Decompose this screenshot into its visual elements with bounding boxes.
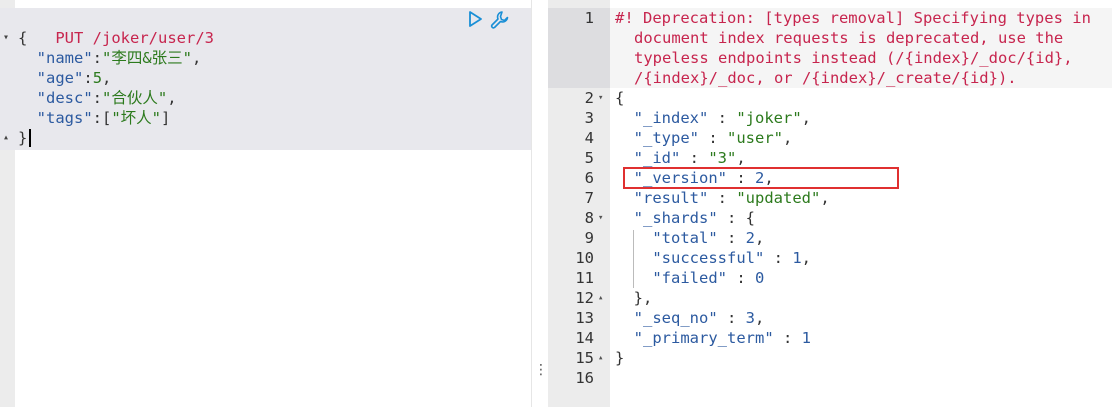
code-line: "age":5,: [36, 69, 112, 87]
response-line: "_id" : "3",: [633, 149, 746, 167]
request-editor[interactable]: PUT /joker/user/3 ▾ { "name":"李四&张三", "a…: [0, 0, 532, 407]
play-icon[interactable]: [466, 10, 484, 28]
line-number: 1: [584, 9, 594, 27]
deprecation-warning-line: /{index}/_doc, or /{index}/_create/{id})…: [634, 69, 1017, 87]
line-number: 6: [584, 169, 594, 187]
line-number: 13: [575, 309, 594, 327]
line-number: 10: [575, 249, 594, 267]
code-line: "name":"李四&张三",: [36, 49, 202, 67]
line-number: 8: [584, 209, 594, 227]
line-number: 9: [584, 229, 594, 247]
line-number: 3: [584, 109, 594, 127]
response-line: "_shards" : {: [633, 209, 756, 227]
fold-toggle-icon[interactable]: ▴: [3, 128, 9, 148]
line-number: 15: [575, 349, 594, 367]
deprecation-warning-line: typeless endpoints instead (/{index}/_do…: [634, 49, 1073, 67]
deprecation-warning-line: #! Deprecation: [types removal] Specifyi…: [615, 9, 1091, 27]
request-line[interactable]: PUT /joker/user/3: [18, 8, 214, 47]
line-number: 7: [584, 189, 594, 207]
fold-toggle-icon[interactable]: ▴: [598, 288, 603, 308]
fold-toggle-icon[interactable]: ▾: [598, 208, 603, 228]
panel-splitter[interactable]: [532, 0, 548, 407]
line-number: 14: [575, 329, 594, 347]
code-line: "desc":"合伙人",: [36, 89, 177, 107]
line-number: 2: [584, 89, 594, 107]
request-url: /joker/user/3: [92, 29, 214, 47]
code-line: "tags":["坏人"]: [36, 109, 171, 127]
deprecation-warning-line: document index requests is deprecated, u…: [634, 29, 1064, 47]
line-number: 4: [584, 129, 594, 147]
http-method: PUT: [55, 29, 84, 47]
response-line: }: [615, 349, 625, 367]
response-line: "total" : 2,: [652, 229, 765, 247]
response-line: "_index" : "joker",: [633, 109, 811, 127]
response-line: "failed" : 0: [652, 269, 765, 287]
line-number: 12: [575, 289, 594, 307]
code-line: }: [18, 129, 28, 147]
wrench-icon[interactable]: [489, 9, 511, 31]
response-line: "successful" : 1,: [652, 249, 811, 267]
fold-toggle-icon[interactable]: ▴: [598, 348, 603, 368]
code-line: {: [18, 29, 28, 47]
response-line: },: [633, 289, 653, 307]
line-number: 5: [584, 149, 594, 167]
splitter-handle-icon[interactable]: ⋮: [534, 362, 548, 378]
response-line: "_seq_no" : 3,: [633, 309, 765, 327]
version-highlight-box: [623, 167, 899, 189]
line-number: 16: [575, 369, 594, 387]
response-line: {: [615, 89, 625, 107]
indent-guide: [633, 230, 634, 288]
response-line: "result" : "updated",: [633, 189, 830, 207]
fold-toggle-icon[interactable]: ▾: [3, 28, 9, 48]
fold-toggle-icon[interactable]: ▾: [598, 88, 603, 108]
response-line: "_type" : "user",: [633, 129, 793, 147]
response-line: "_primary_term" : 1: [633, 329, 811, 347]
line-number: 11: [575, 269, 594, 287]
text-cursor: [29, 129, 31, 147]
